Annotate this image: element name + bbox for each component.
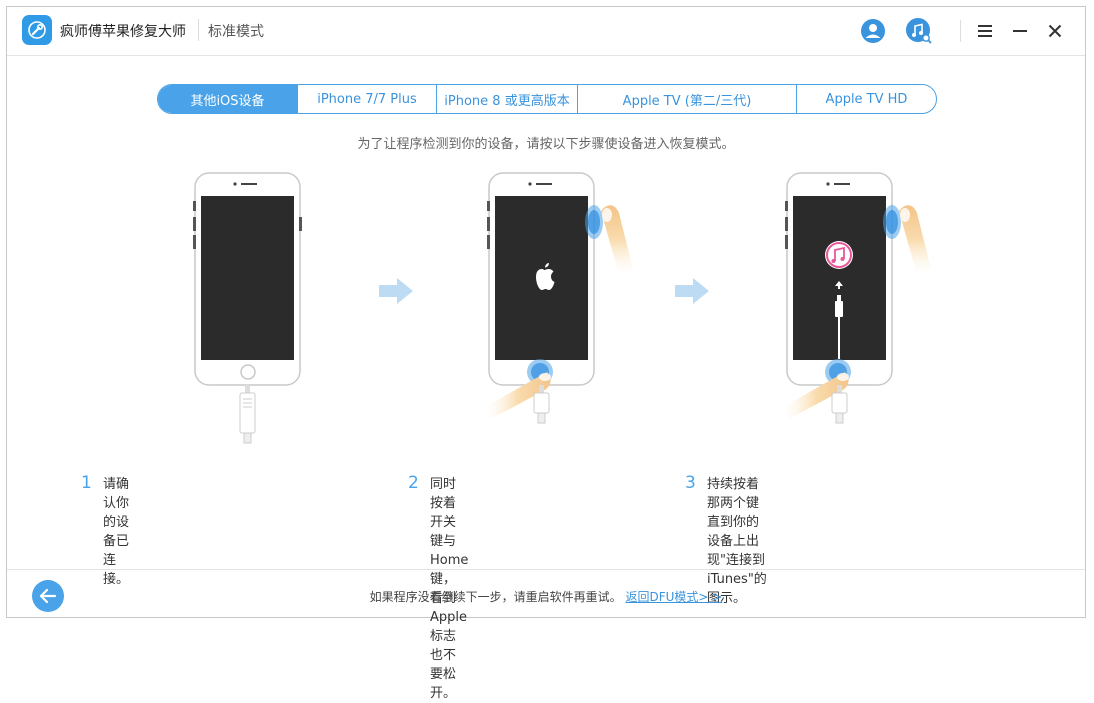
- step-number: 1: [81, 473, 92, 493]
- itunes-icon: [825, 241, 853, 269]
- phone-3-illustration: [783, 172, 931, 424]
- step-number: 2: [408, 473, 419, 493]
- step-text-line: 标志也不要松开。: [430, 629, 457, 701]
- step-text-line: 持续按着那两个键直到你的设备上出现"连接到: [707, 477, 765, 568]
- phone-2-illustration: [485, 172, 633, 424]
- recovery-illustration: [193, 172, 931, 444]
- dfu-mode-link[interactable]: 返回DFU模式> >: [625, 590, 722, 604]
- footer-hint: 如果程序没有继续下一步，请重启软件再重试。: [369, 590, 622, 604]
- arrow-right-icon: [379, 278, 413, 304]
- footer: 如果程序没有继续下一步，请重启软件再重试。 返回DFU模式> >: [7, 569, 1085, 620]
- phone-1-illustration: [193, 172, 302, 444]
- arrow-right-icon: [675, 278, 709, 304]
- step-number: 3: [685, 473, 696, 493]
- app-window: 疯师傅苹果修复大师 标准模式 其他iOS设备 iPhone 7/7 Plus i…: [6, 6, 1086, 701]
- footer-message: 如果程序没有继续下一步，请重启软件再重试。 返回DFU模式> >: [7, 588, 1085, 605]
